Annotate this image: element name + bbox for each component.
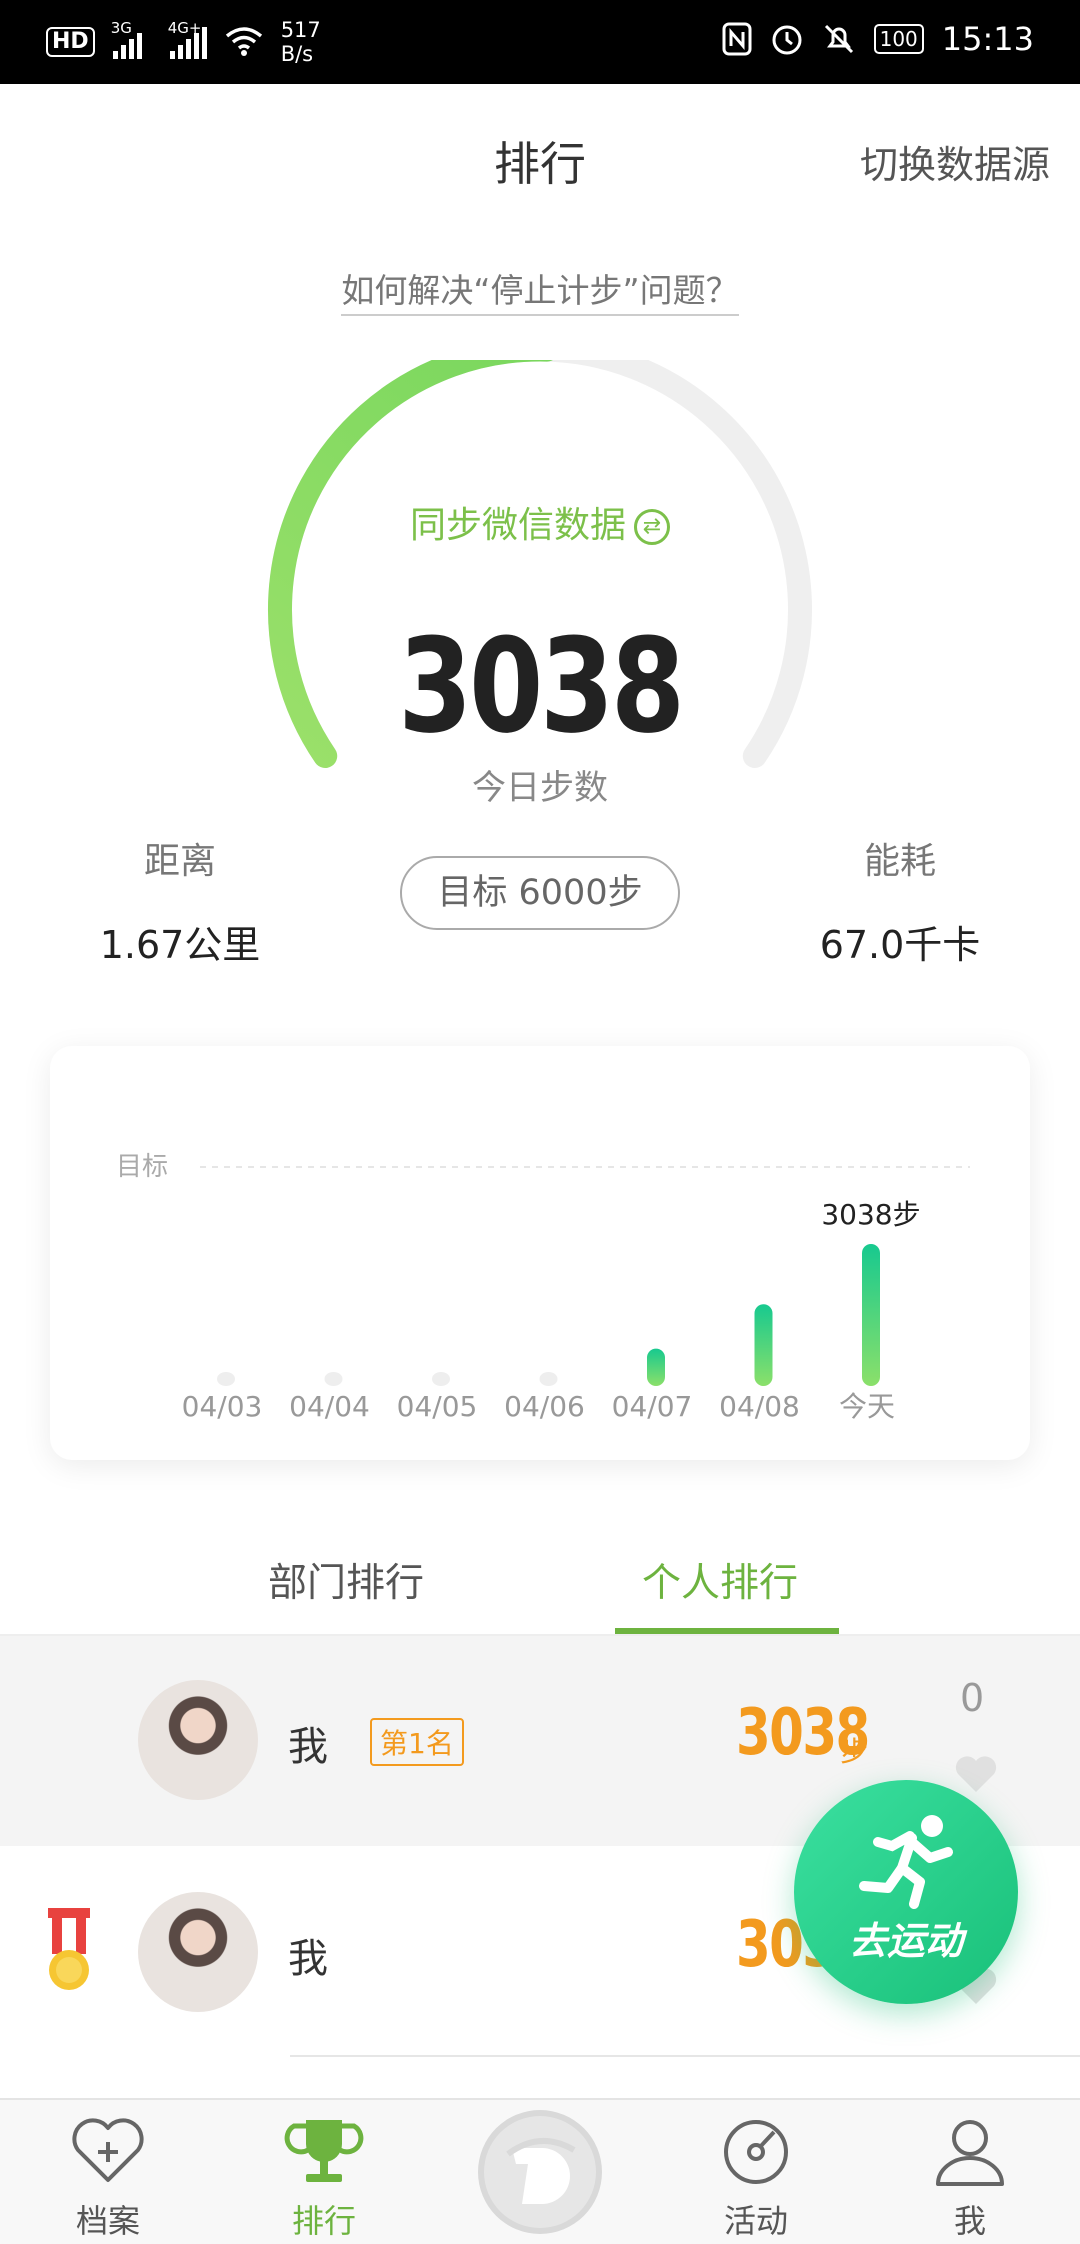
chart-bar (754, 1304, 773, 1386)
bottom-nav: 档案 排行 活动 我 (0, 2098, 1080, 2244)
nav-me-label: 我 (953, 2202, 986, 2240)
nav-archive[interactable]: 档案 (28, 2100, 188, 2244)
goal-button[interactable]: 目标 6000步 (400, 856, 680, 930)
nav-archive-label: 档案 (75, 2202, 140, 2240)
alarm-icon (772, 25, 802, 55)
chart-bar (432, 1372, 450, 1386)
page: HD 3G 4G+ 517 B/s 100 15:13 排行 切换数据源 如何解… (0, 0, 1080, 2244)
chart-x-tick-label: 04/07 (612, 1390, 693, 1423)
heart-plus-icon (72, 2118, 144, 2182)
chart-bar (217, 1372, 235, 1386)
runner-icon (859, 1815, 953, 1909)
rank-badge: 第1名 (370, 1718, 464, 1766)
compass-icon (724, 2120, 788, 2184)
tab-personal-ranking[interactable]: 个人排行 (642, 1552, 798, 1608)
chart-x-tick-label: 04/05 (397, 1390, 478, 1423)
signal-4g-icon: 4G+ (168, 19, 207, 59)
chart-x-tick-label: 04/08 (719, 1390, 800, 1423)
status-bar: HD 3G 4G+ 517 B/s 100 15:13 (0, 0, 1080, 84)
switch-data-source-button[interactable]: 切换数据源 (860, 134, 1050, 189)
energy-value: 67.0千卡 (819, 923, 981, 967)
go-exercise-label: 去运动 (848, 1919, 963, 1963)
wifi-icon (225, 27, 262, 56)
tab-department-ranking[interactable]: 部门排行 (268, 1552, 424, 1608)
like-count: 0 (960, 1676, 985, 1720)
avatar (138, 1892, 258, 2012)
signal-3g-icon: 3G (111, 19, 142, 59)
medal-icon (48, 1908, 90, 1990)
chart-bar (539, 1372, 558, 1386)
chart-x-tick-label: 04/04 (289, 1390, 370, 1423)
user-name: 我 (288, 1724, 328, 1770)
chart-x-tick-label: 今天 (839, 1390, 895, 1423)
sync-icon: ⇄ (634, 509, 670, 545)
chart-x-tick-label: 04/03 (182, 1390, 263, 1423)
energy-stat: 能耗 67.0千卡 (750, 832, 1050, 969)
nav-activity-label: 活动 (723, 2202, 788, 2240)
goal-line-label: 目标 (116, 1152, 168, 1182)
center-logo-button[interactable] (478, 2110, 602, 2234)
today-steps-value: 3038 (398, 610, 685, 762)
chart-data-label: 3038步 (821, 1198, 920, 1231)
today-steps-label: 今日步数 (472, 768, 608, 808)
mute-icon (824, 24, 853, 54)
chart-bar (647, 1348, 665, 1386)
chart-bar (862, 1244, 880, 1386)
status-time: 15:13 (941, 20, 1034, 58)
go-exercise-button[interactable]: 去运动 (794, 1780, 1018, 2004)
energy-label: 能耗 (863, 841, 936, 882)
nav-ranking[interactable]: 排行 (244, 2100, 404, 2244)
nav-activity[interactable]: 活动 (676, 2100, 836, 2244)
weekly-steps-chart: 目标 04/03 04/04 04/05 04/06 04/07 04/08 今天 3038步 (116, 1152, 970, 1423)
battery-icon: 100 (873, 24, 924, 54)
stop-counting-help-link[interactable]: 如何解决“停止计步”问题？ (0, 264, 1080, 316)
chart-x-tick-label: 04/06 (504, 1390, 585, 1423)
user-name: 我 (288, 1936, 328, 1982)
user-icon (936, 2120, 1004, 2186)
like-heart-icon[interactable] (954, 1754, 998, 1794)
nfc-icon (722, 22, 752, 56)
steps-unit: 步 (840, 1735, 869, 1768)
hd-badge: HD (46, 27, 95, 57)
avatar (138, 1680, 258, 1800)
net-speed: 517 B/s (280, 18, 321, 66)
chart-bar (324, 1372, 343, 1386)
nav-ranking-label: 排行 (291, 2202, 356, 2240)
distance-value: 1.67公里 (99, 923, 261, 967)
weekly-steps-chart-card: 目标 04/03 04/04 04/05 04/06 04/07 04/08 今天 3038步 (50, 1046, 1030, 1460)
logo-icon (484, 2116, 596, 2228)
distance-label: 距离 (143, 841, 216, 882)
nav-me[interactable]: 我 (890, 2100, 1050, 2244)
trophy-icon (284, 2120, 364, 2182)
distance-stat: 距离 1.67公里 (30, 832, 330, 969)
row-divider (290, 2055, 1080, 2057)
sync-wechat-data-button[interactable]: 同步微信数据 ⇄ (0, 496, 1080, 548)
